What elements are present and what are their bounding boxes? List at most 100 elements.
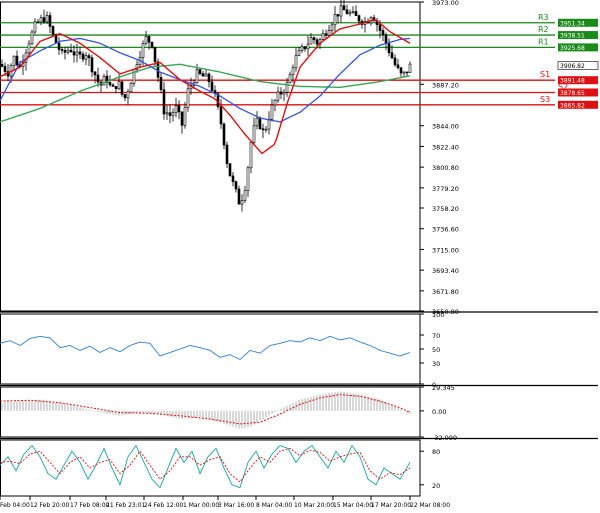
candle-bull: [33, 21, 37, 33]
candle-bear: [390, 52, 394, 59]
candle-bull: [246, 167, 250, 191]
candle-bear: [90, 57, 94, 73]
candle-bear: [180, 111, 184, 126]
price-axis-label: 3887.20: [432, 81, 459, 89]
candle-bull: [348, 12, 352, 15]
candle-bull: [30, 31, 34, 45]
candle-bull: [288, 74, 292, 83]
candle-bear: [81, 53, 85, 60]
time-axis-label: Feb 04:00: [0, 502, 30, 509]
stoch-axis-label: 80: [432, 448, 440, 456]
candle-bull: [132, 68, 136, 84]
level-name-s3: S3: [540, 95, 550, 104]
candle-bull: [306, 43, 310, 50]
time-axis-label: 17 Feb 08:00: [70, 502, 110, 509]
candle-bear: [159, 77, 163, 90]
candle-bull: [276, 91, 280, 101]
time-axis-label: 24 Feb 12:00: [144, 502, 184, 509]
price-axis-label: 3822.40: [432, 143, 459, 151]
time-axis-label: 10 Mar 20:00: [294, 502, 334, 509]
candle-bear: [3, 66, 7, 72]
candle-bear: [324, 33, 328, 36]
candle-bear: [201, 73, 205, 77]
candle-bear: [312, 37, 316, 41]
candle-bull: [309, 37, 313, 45]
candle-bear: [231, 175, 235, 182]
time-axis-label: 17 Mar 20:00: [371, 502, 411, 509]
candle-bull: [204, 73, 208, 77]
level-name-r2: R2: [538, 25, 549, 34]
candle-bear: [120, 81, 124, 95]
macd-axis-label: 29.345: [432, 384, 455, 392]
rsi-axis-label: 30: [432, 360, 440, 368]
candle-bull: [102, 75, 106, 86]
rsi-axis-label: 70: [432, 332, 440, 340]
price-axis-label: 3779.20: [432, 185, 459, 193]
candle-bull: [333, 14, 337, 26]
candle-bear: [345, 9, 349, 15]
trading-chart: 3973.00 3887.20 3844.00 3822.40 3800.80 3779.…: [0, 0, 600, 509]
price-axis-label: 3671.80: [432, 288, 459, 296]
candle-bull: [255, 117, 259, 127]
candle-bear: [354, 11, 358, 16]
candle-bull: [297, 50, 301, 56]
candle-bull: [267, 118, 271, 130]
candle-bear: [15, 55, 19, 66]
candle-bull: [264, 128, 268, 131]
candle-bull: [291, 67, 295, 76]
candle-bull: [327, 30, 331, 36]
candle-bull: [351, 11, 355, 13]
candle-bull: [183, 107, 187, 126]
time-axis-label: 12 Feb 20:00: [30, 502, 70, 509]
level-price-label-r1: 3925.68: [560, 45, 585, 52]
candle-bull: [330, 24, 334, 31]
candle-bear: [123, 94, 127, 99]
candle-bear: [78, 51, 82, 55]
time-axis-label: 3 Mar 16:00: [218, 502, 254, 509]
candle-bear: [405, 71, 409, 74]
candle-bear: [378, 24, 382, 31]
candle-bear: [342, 5, 346, 11]
candle-bull: [195, 69, 199, 83]
candle-bear: [198, 69, 202, 74]
candle-bear: [177, 105, 181, 113]
candle-bear: [234, 181, 238, 190]
candle-bear: [279, 91, 283, 95]
candle-bear: [93, 71, 97, 76]
time-axis-label: 1 Mar 00:00: [183, 502, 219, 509]
candle-bull: [240, 200, 244, 205]
candle-bear: [63, 50, 67, 53]
candle-bear: [96, 74, 100, 83]
candle-bear: [156, 61, 160, 78]
candle-bear: [387, 43, 391, 54]
candle-bear: [225, 144, 229, 164]
candle-bull: [141, 43, 145, 58]
candle-bear: [108, 82, 112, 86]
stoch-axis-label: 20: [432, 482, 440, 490]
candle-bull: [12, 55, 16, 66]
candle-bull: [45, 15, 49, 23]
candle-bull: [126, 91, 130, 99]
candle-bear: [258, 117, 262, 130]
time-axis-label: 22 Mar 08:00: [410, 502, 450, 509]
candle-bear: [57, 42, 61, 50]
candle-bull: [285, 82, 289, 93]
candle-bear: [36, 21, 40, 24]
candle-bull: [129, 82, 133, 92]
price-axis-label: 3758.20: [432, 205, 459, 213]
macd-axis-label: -32.099: [432, 434, 457, 442]
candle-bear: [384, 34, 388, 44]
candle-bear: [51, 26, 55, 35]
candle-bull: [300, 46, 304, 51]
price-axis-label: 3844.00: [432, 123, 459, 131]
macd-axis-label: 0.00: [432, 408, 446, 416]
candle-bear: [399, 67, 403, 74]
candle-bull: [249, 142, 253, 169]
time-axis-label: 8 Mar 04:00: [256, 502, 292, 509]
candle-bear: [72, 51, 76, 56]
candle-bear: [114, 86, 118, 90]
candle-bull: [27, 43, 31, 54]
candle-bear: [69, 49, 73, 53]
candle-bull: [273, 99, 277, 106]
candle-bull: [252, 125, 256, 143]
